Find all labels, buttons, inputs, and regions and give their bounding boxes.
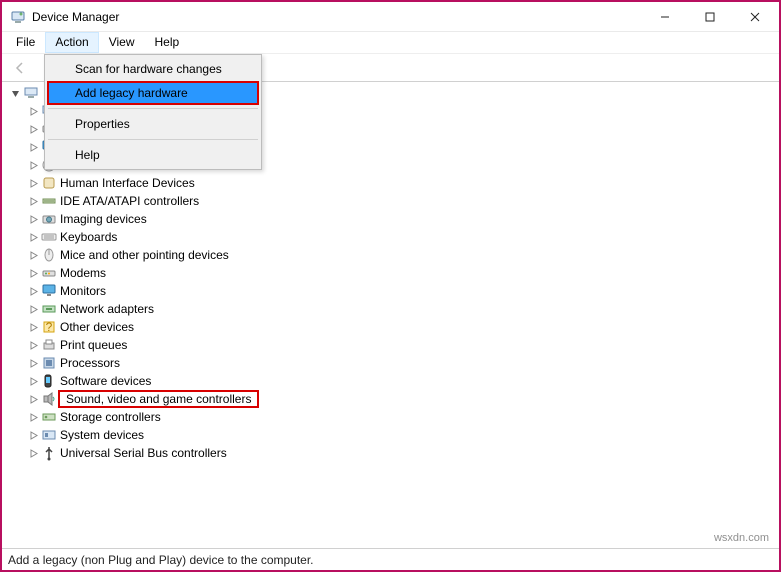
print-queues-icon <box>40 337 58 353</box>
app-icon <box>10 9 26 25</box>
chevron-right-icon[interactable] <box>26 338 40 352</box>
watermark: wsxdn.com <box>714 532 769 544</box>
tree-item-processors[interactable]: Processors <box>26 354 773 372</box>
chevron-right-icon[interactable] <box>26 176 40 190</box>
menu-separator <box>48 108 258 109</box>
titlebar: Device Manager <box>2 2 779 32</box>
tree-item-label: Software devices <box>58 374 153 388</box>
back-button[interactable] <box>8 56 32 80</box>
chevron-right-icon[interactable] <box>26 410 40 424</box>
tree-item-sound-video-game[interactable]: Sound, video and game controllers <box>26 390 773 408</box>
chevron-right-icon[interactable] <box>26 302 40 316</box>
tree-item-ide-ata[interactable]: IDE ATA/ATAPI controllers <box>26 192 773 210</box>
hid-icon <box>40 175 58 191</box>
menu-add-legacy-hardware[interactable]: Add legacy hardware <box>47 81 259 105</box>
chevron-right-icon[interactable] <box>26 140 40 154</box>
tree-item-label: Print queues <box>58 338 129 352</box>
maximize-button[interactable] <box>687 3 732 31</box>
tree-item-label: Network adapters <box>58 302 156 316</box>
imaging-icon <box>40 211 58 227</box>
tree-item-label: Processors <box>58 356 122 370</box>
chevron-down-icon[interactable] <box>8 86 22 100</box>
menu-file[interactable]: File <box>6 32 45 53</box>
menu-separator <box>48 139 258 140</box>
window-title: Device Manager <box>32 10 642 24</box>
tree-item-mice[interactable]: Mice and other pointing devices <box>26 246 773 264</box>
chevron-right-icon[interactable] <box>26 230 40 244</box>
tree-item-modems[interactable]: Modems <box>26 264 773 282</box>
menu-action[interactable]: Action <box>45 32 98 53</box>
software-devices-icon <box>40 373 58 389</box>
tree-item-hid[interactable]: Human Interface Devices <box>26 174 773 192</box>
chevron-right-icon[interactable] <box>26 374 40 388</box>
usb-controllers-icon <box>40 445 58 461</box>
chevron-right-icon[interactable] <box>26 356 40 370</box>
tree-item-software-devices[interactable]: Software devices <box>26 372 773 390</box>
tree-item-storage-controllers[interactable]: Storage controllers <box>26 408 773 426</box>
computer-icon <box>22 85 40 101</box>
menu-scan-hardware[interactable]: Scan for hardware changes <box>47 57 259 81</box>
tree-item-print-queues[interactable]: Print queues <box>26 336 773 354</box>
sound-video-game-icon <box>40 391 58 407</box>
chevron-right-icon[interactable] <box>26 284 40 298</box>
status-text: Add a legacy (non Plug and Play) device … <box>8 553 314 567</box>
system-devices-icon <box>40 427 58 443</box>
keyboards-icon <box>40 229 58 245</box>
chevron-right-icon[interactable] <box>26 428 40 442</box>
chevron-right-icon[interactable] <box>26 392 40 406</box>
tree-item-label: Imaging devices <box>58 212 149 226</box>
tree-item-imaging[interactable]: Imaging devices <box>26 210 773 228</box>
menu-help[interactable]: Help <box>145 32 190 53</box>
other-devices-icon <box>40 319 58 335</box>
tree-item-keyboards[interactable]: Keyboards <box>26 228 773 246</box>
tree-item-label: Monitors <box>58 284 108 298</box>
chevron-right-icon[interactable] <box>26 212 40 226</box>
statusbar: Add a legacy (non Plug and Play) device … <box>2 548 779 570</box>
close-button[interactable] <box>732 3 777 31</box>
menu-properties[interactable]: Properties <box>47 112 259 136</box>
tree-item-label: Storage controllers <box>58 410 163 424</box>
chevron-right-icon[interactable] <box>26 320 40 334</box>
chevron-right-icon[interactable] <box>26 104 40 118</box>
window-controls <box>642 3 777 31</box>
tree-item-label: Human Interface Devices <box>58 176 197 190</box>
tree-item-other-devices[interactable]: Other devices <box>26 318 773 336</box>
minimize-button[interactable] <box>642 3 687 31</box>
chevron-right-icon[interactable] <box>26 122 40 136</box>
tree-item-network-adapters[interactable]: Network adapters <box>26 300 773 318</box>
tree-item-label: Universal Serial Bus controllers <box>58 446 229 460</box>
menu-view[interactable]: View <box>99 32 145 53</box>
tree-item-label: Mice and other pointing devices <box>58 248 231 262</box>
tree-item-label: Keyboards <box>58 230 119 244</box>
chevron-right-icon[interactable] <box>26 266 40 280</box>
tree-item-label: IDE ATA/ATAPI controllers <box>58 194 201 208</box>
processors-icon <box>40 355 58 371</box>
monitors-icon <box>40 283 58 299</box>
chevron-right-icon[interactable] <box>26 194 40 208</box>
tree-item-label: Sound, video and game controllers <box>58 390 259 408</box>
tree-item-label: Modems <box>58 266 108 280</box>
tree-item-usb-controllers[interactable]: Universal Serial Bus controllers <box>26 444 773 462</box>
chevron-right-icon[interactable] <box>26 446 40 460</box>
chevron-right-icon[interactable] <box>26 158 40 172</box>
window: Device Manager File Action View Help Sca… <box>0 0 781 572</box>
tree-item-label: Other devices <box>58 320 136 334</box>
tree-item-monitors[interactable]: Monitors <box>26 282 773 300</box>
menubar: File Action View Help Scan for hardware … <box>2 32 779 54</box>
network-adapters-icon <box>40 301 58 317</box>
menu-help-item[interactable]: Help <box>47 143 259 167</box>
chevron-right-icon[interactable] <box>26 248 40 262</box>
action-dropdown: Scan for hardware changes Add legacy har… <box>44 54 262 170</box>
tree-item-label: System devices <box>58 428 146 442</box>
ide-ata-icon <box>40 193 58 209</box>
modems-icon <box>40 265 58 281</box>
tree-item-system-devices[interactable]: System devices <box>26 426 773 444</box>
storage-controllers-icon <box>40 409 58 425</box>
mice-icon <box>40 247 58 263</box>
